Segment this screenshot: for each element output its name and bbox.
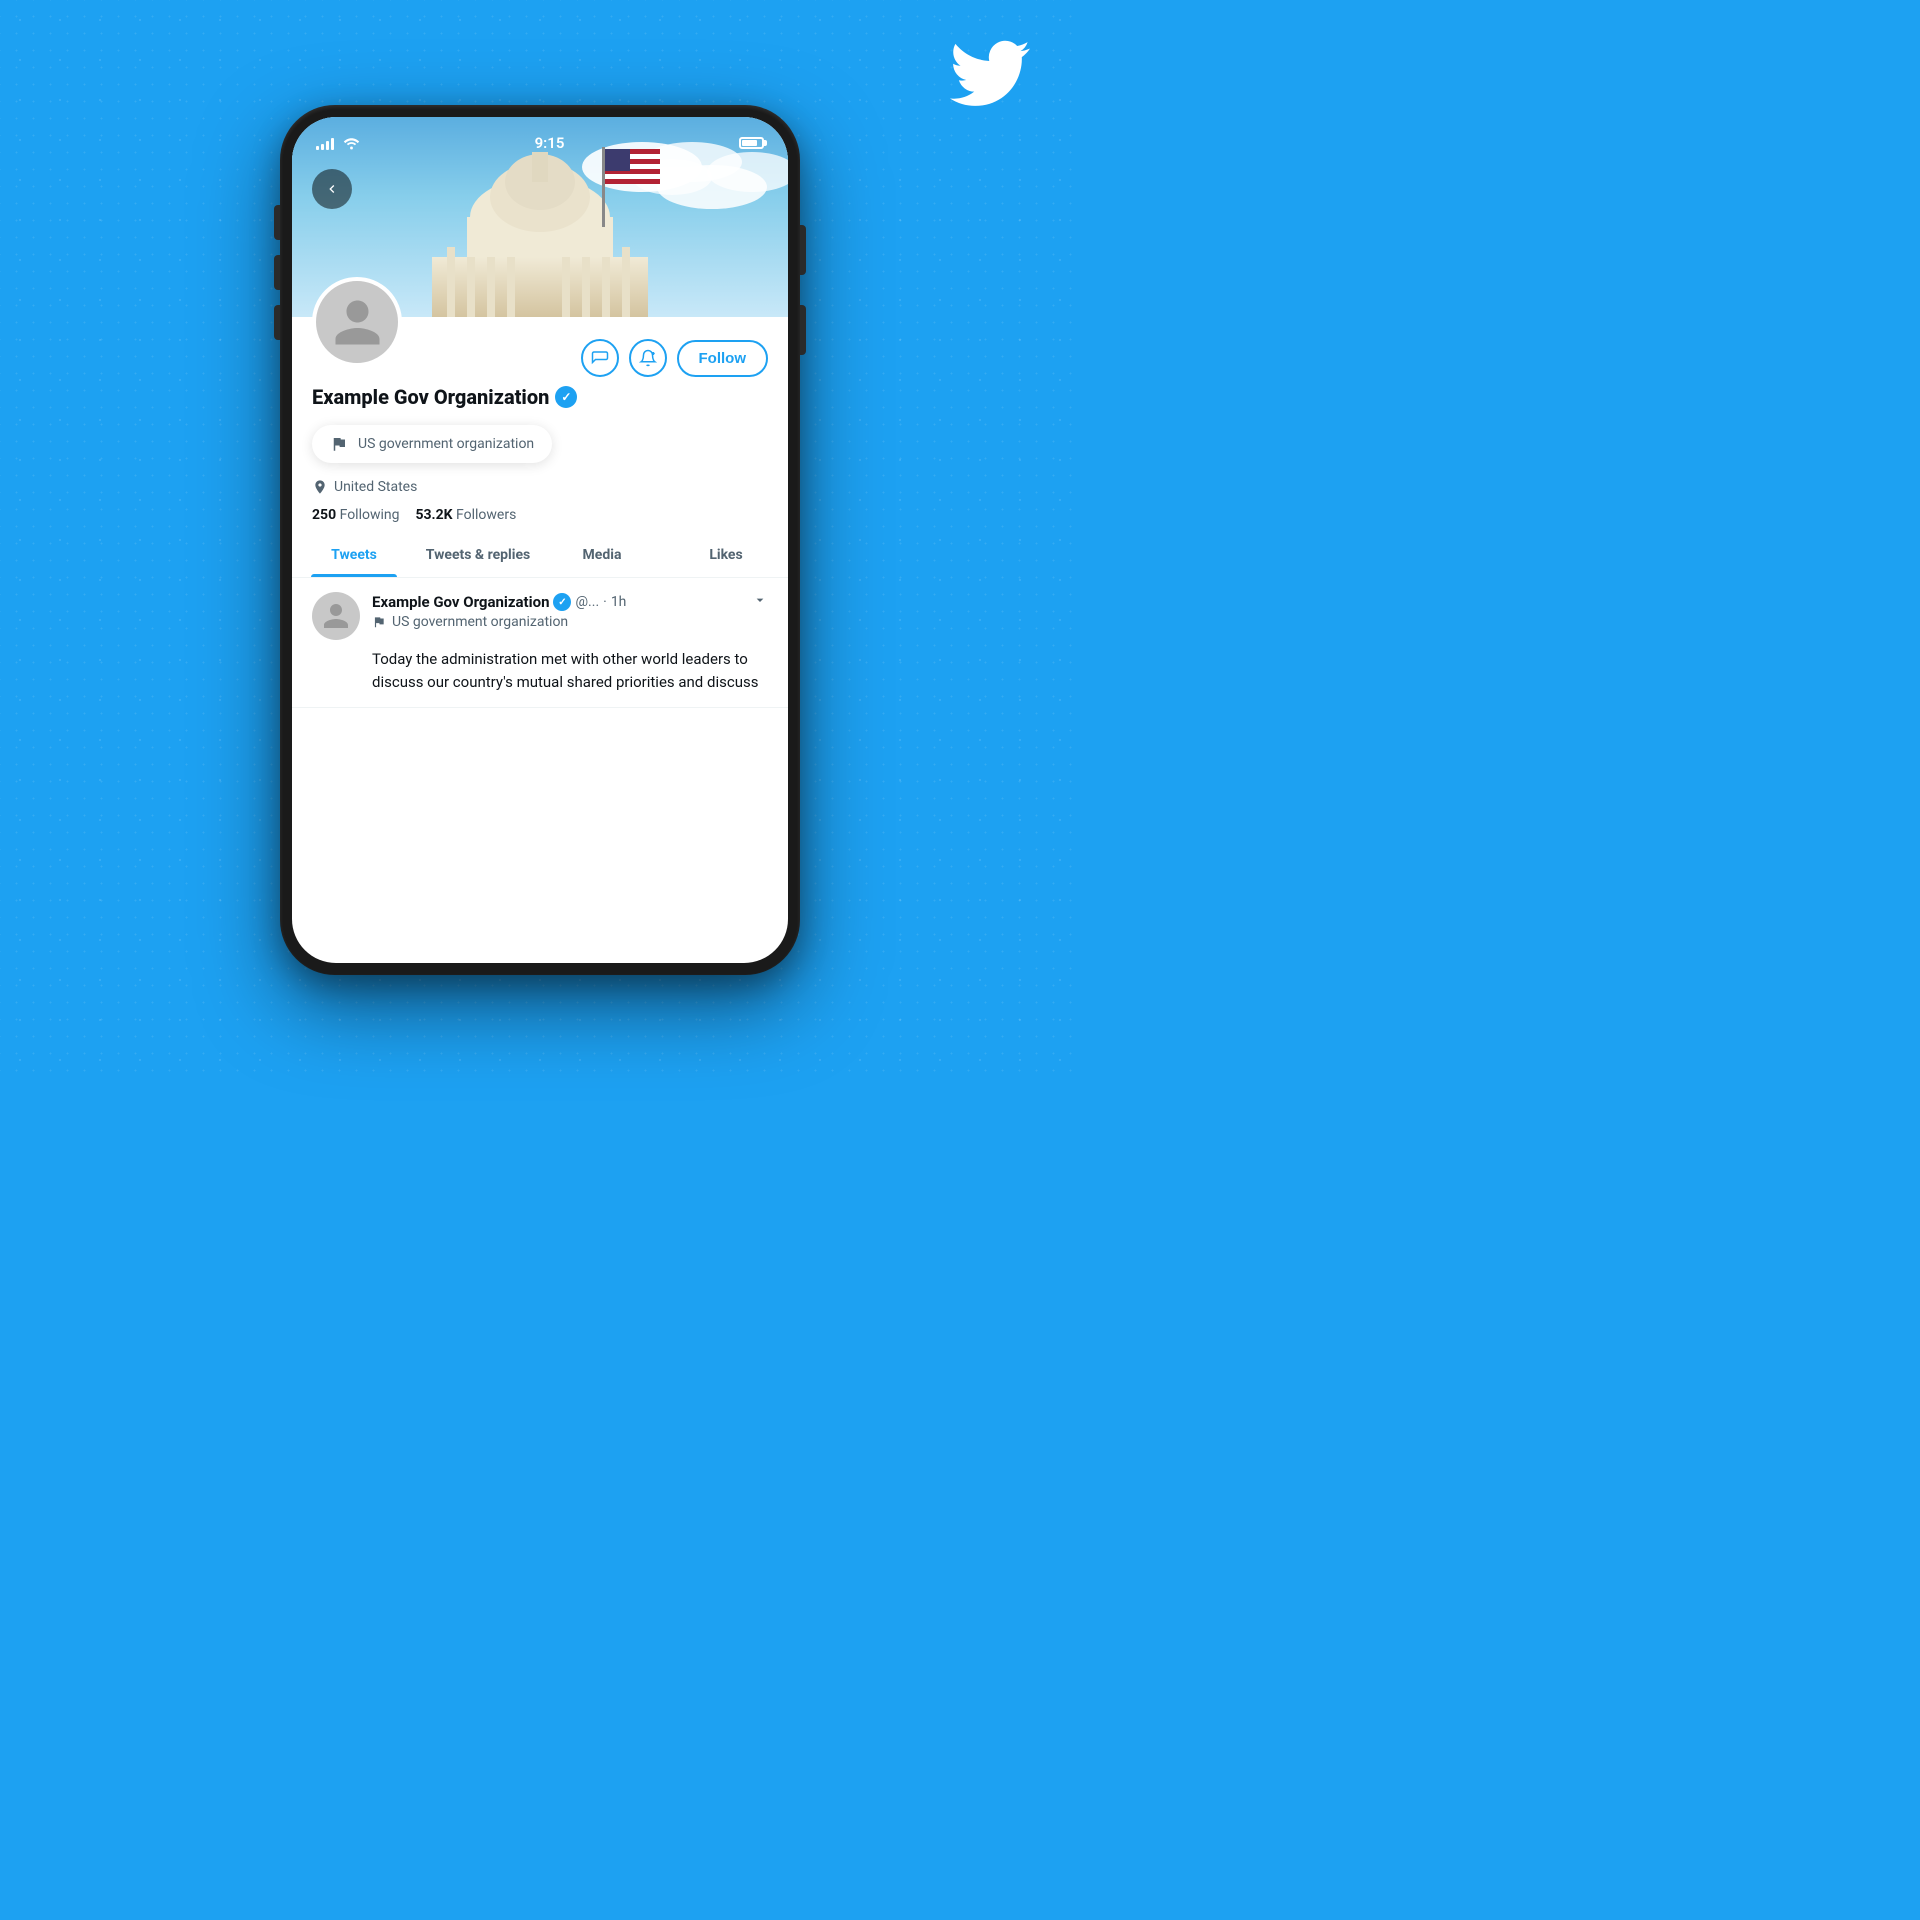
following-count: 250 <box>312 507 336 523</box>
phone-mockup: 9:15 <box>280 105 800 975</box>
bell-plus-icon <box>639 349 657 367</box>
profile-content: Follow Example Gov Organization ✓ US gov… <box>292 317 788 708</box>
status-bar: 9:15 <box>292 117 788 161</box>
location-row: United States <box>292 473 788 501</box>
signal-bar-1 <box>316 146 319 150</box>
action-buttons: Follow <box>581 327 769 377</box>
chevron-down-icon <box>752 592 768 608</box>
followers-stat[interactable]: 53.2K Followers <box>415 507 516 523</box>
tweet-avatar-icon <box>321 601 351 631</box>
tweet-header: Example Gov Organization ✓ @... · 1h <box>312 592 768 640</box>
tab-likes[interactable]: Likes <box>664 533 788 577</box>
message-icon <box>591 349 609 367</box>
tweet-dot: · <box>603 594 607 610</box>
location-text: United States <box>334 479 417 495</box>
profile-name-section: Example Gov Organization ✓ <box>292 377 788 419</box>
tweet-gov-label-text: US government organization <box>392 614 568 630</box>
tweet-info: Example Gov Organization ✓ @... · 1h <box>372 592 768 640</box>
stats-row: 250 Following 53.2K Followers <box>292 501 788 533</box>
battery-icon <box>739 137 764 149</box>
wifi-icon <box>343 136 360 150</box>
tweet-avatar <box>312 592 360 640</box>
status-right <box>739 137 764 149</box>
gov-label-text: US government organization <box>358 436 534 452</box>
followers-label: Followers <box>456 507 516 523</box>
tweet-author-name: Example Gov Organization <box>372 593 549 611</box>
status-time: 9:15 <box>535 134 565 152</box>
verified-badge: ✓ <box>555 386 577 408</box>
tweet-body: Today the administration met with other … <box>312 648 768 693</box>
tweet-flag-icon <box>372 615 386 629</box>
following-stat[interactable]: 250 Following <box>312 507 399 523</box>
signal-icon <box>316 136 334 150</box>
profile-top-row: Follow <box>292 317 788 377</box>
gov-label-pill: US government organization <box>312 425 552 463</box>
phone-frame: 9:15 <box>280 105 800 975</box>
follow-button[interactable]: Follow <box>677 340 769 377</box>
notification-button[interactable] <box>629 339 667 377</box>
battery-fill <box>742 140 757 146</box>
profile-tabs: Tweets Tweets & replies Media Likes <box>292 533 788 578</box>
tweet-time: 1h <box>611 594 627 610</box>
tab-media[interactable]: Media <box>540 533 664 577</box>
tweet-handle: @... <box>575 594 599 610</box>
signal-bar-2 <box>321 144 324 150</box>
back-button[interactable] <box>312 169 352 209</box>
signal-bar-3 <box>326 141 329 150</box>
tweet-verified-badge: ✓ <box>553 593 571 611</box>
flag-icon <box>330 435 348 453</box>
avatar-icon <box>330 295 385 350</box>
tab-tweets-replies[interactable]: Tweets & replies <box>416 533 540 577</box>
profile-name: Example Gov Organization ✓ <box>312 385 768 409</box>
following-label: Following <box>340 507 400 523</box>
tweet-gov-label: US government organization <box>372 614 768 630</box>
tab-tweets[interactable]: Tweets <box>292 533 416 577</box>
avatar <box>312 277 402 367</box>
avatar-container <box>312 277 402 367</box>
tweet-item: Example Gov Organization ✓ @... · 1h <box>292 578 788 708</box>
signal-bar-4 <box>331 138 334 150</box>
chevron-left-icon <box>324 181 340 197</box>
status-left <box>316 136 360 150</box>
location-icon <box>312 479 328 495</box>
twitter-logo <box>950 40 1030 105</box>
profile-name-text: Example Gov Organization <box>312 385 549 409</box>
message-button[interactable] <box>581 339 619 377</box>
tweet-name-row: Example Gov Organization ✓ @... · 1h <box>372 592 768 612</box>
followers-count: 53.2K <box>415 507 452 523</box>
tweet-chevron-icon[interactable] <box>752 592 768 612</box>
phone-screen: 9:15 <box>292 117 788 963</box>
